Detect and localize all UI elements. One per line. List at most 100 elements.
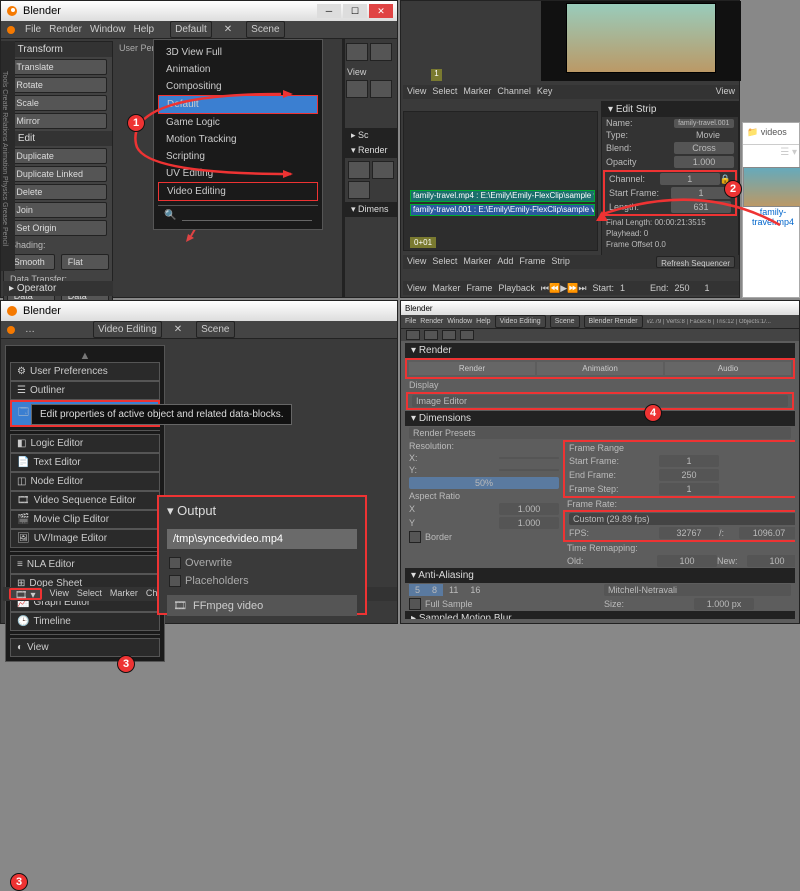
duplicate-linked-button[interactable]: Duplicate Linked [9,166,106,182]
fullsample-check[interactable] [409,598,421,610]
strip-audio[interactable]: family-travel.001 : E:\Emily\Emily-FlexC… [410,204,595,216]
set-origin-button[interactable]: Set Origin [9,220,106,236]
render-presets[interactable]: Render Presets [409,427,791,439]
name-value[interactable]: family-travel.001 [674,119,735,128]
editor-switcher[interactable]: 🎞 ▾ [9,588,42,600]
edit-header[interactable]: ▾ Edit [4,131,112,146]
newv[interactable]: 100 [747,555,795,567]
titlebar[interactable]: Blender ─ ☐ ✕ [1,1,397,21]
layout4[interactable]: Video Editing [495,315,546,328]
channel-item[interactable]: Channel [497,86,531,98]
strip-video[interactable]: family-travel.mp4 : E:\Emily\Emily-FlexC… [410,190,595,202]
duplicate-button[interactable]: Duplicate [9,148,106,164]
scene-dropdown3[interactable]: Scene [196,321,234,338]
scene4[interactable]: Scene [550,315,580,328]
dimens-label[interactable]: Dimens [358,204,389,214]
layout-dropdown3[interactable]: Video Editing [93,321,162,338]
view-b3[interactable]: View [50,588,69,600]
scene-icon[interactable] [370,80,392,98]
overwrite-check[interactable] [169,557,181,569]
editor-text[interactable]: 📄Text Editor [10,453,160,472]
blend-value[interactable]: Cross [674,142,734,154]
editor-userpref[interactable]: ⚙User Preferences [10,362,160,381]
select-b3[interactable]: Select [77,588,102,600]
tl-playback[interactable]: Playback [498,283,535,293]
render-tab[interactable] [406,330,420,340]
frame-b[interactable]: Frame [519,256,545,268]
view-item[interactable]: View [407,86,426,98]
layout-animation[interactable]: Animation [158,61,318,78]
placeholders-check[interactable] [169,575,181,587]
render-btn4[interactable]: Render [409,362,535,375]
delete-button[interactable]: Delete [9,184,106,200]
menu-file4[interactable]: File [405,318,416,325]
editor-movie-clip[interactable]: 🎬Movie Clip Editor [10,510,160,529]
editor-vse[interactable]: 🎞Video Sequence Editor [10,491,160,510]
tl-view[interactable]: View [407,283,426,293]
view-icons[interactable]: ☰ ▾ [780,147,797,161]
menu-window4[interactable]: Window [447,318,472,325]
flat-button[interactable]: Flat [61,254,110,270]
output-header[interactable]: ▾ Output [159,497,365,525]
sequencer[interactable]: family-travel.mp4 : E:\Emily\Emily-FlexC… [403,111,598,251]
rotate-button[interactable]: Rotate [9,77,106,93]
render-label[interactable]: Render [358,145,388,155]
strip-b[interactable]: Strip [551,256,570,268]
tl-marker[interactable]: Marker [432,283,460,293]
select-b[interactable]: Select [432,256,457,268]
resxv[interactable] [499,457,559,459]
scene-dropdown[interactable]: Scene [246,21,284,38]
tl-frame[interactable]: Frame [466,283,492,293]
anim-btn4[interactable]: Animation [537,362,663,375]
layout-dropdown[interactable]: Default [170,21,212,38]
frcustom[interactable]: Custom (29.89 fps) [569,513,795,525]
editor-outliner[interactable]: ☰Outliner [10,381,160,400]
smb-head[interactable]: ▸ Sampled Motion Blur [405,611,795,619]
maximize-button[interactable]: ☐ [343,4,367,18]
fps2v[interactable]: 1096.07 [739,527,795,539]
tl-end-v[interactable]: 250 [675,283,699,293]
anim-btn[interactable] [372,161,394,179]
layers-tab[interactable] [424,330,438,340]
render-tab-icon[interactable] [346,43,368,61]
layers-tab-icon[interactable] [370,43,392,61]
aa-head[interactable]: ▾ Anti-Aliasing [405,568,795,583]
mirror-button[interactable]: Mirror [9,113,106,129]
key-item[interactable]: Key [537,86,553,98]
respct[interactable]: 50% [409,477,559,489]
editor-nla[interactable]: ≡NLA Editor [10,555,160,574]
tool-tabs[interactable]: Tools Create Relations Animation Physics… [1,41,15,271]
ayv[interactable]: 1.000 [499,517,559,529]
menu-render4[interactable]: Render [420,318,443,325]
marker-item[interactable]: Marker [463,86,491,98]
dimensions-head[interactable]: ▾ Dimensions [405,411,795,426]
editor-timeline[interactable]: 🕒Timeline [10,612,160,631]
audio-btn[interactable] [348,181,370,199]
marker-b[interactable]: Marker [463,256,491,268]
tl-cur[interactable]: 1 [705,283,723,293]
close-button[interactable]: ✕ [369,4,393,18]
view-b[interactable]: View [407,256,426,268]
operator-header[interactable]: ▸ Operator [3,281,113,296]
fsv[interactable]: 1 [659,483,719,495]
editor-uv-image[interactable]: 🖼UV/Image Editor [10,529,160,548]
add-b[interactable]: Add [497,256,513,268]
menu-render[interactable]: Render [49,24,82,35]
editor-logic[interactable]: ◧Logic Editor [10,434,160,453]
menu-file[interactable]: File [25,24,41,35]
menu-help[interactable]: Help [134,24,155,35]
audio-btn4[interactable]: Audio [665,362,791,375]
scene-tab[interactable] [442,330,456,340]
resyv[interactable] [499,469,559,471]
layout-search[interactable] [182,210,312,221]
render-btn[interactable] [348,161,370,179]
editor-node[interactable]: ◫Node Editor [10,472,160,491]
edit-strip-header[interactable]: ▾ Edit Strip [602,102,738,117]
menu-window[interactable]: Window [90,24,126,35]
axv[interactable]: 1.000 [499,503,559,515]
imgeditor[interactable]: Image Editor [412,395,788,407]
efv[interactable]: 250 [659,469,719,481]
renderer4[interactable]: Blender Render [584,315,643,328]
menu-help4[interactable]: Help [476,318,490,325]
sfv[interactable]: 1 [659,455,719,467]
